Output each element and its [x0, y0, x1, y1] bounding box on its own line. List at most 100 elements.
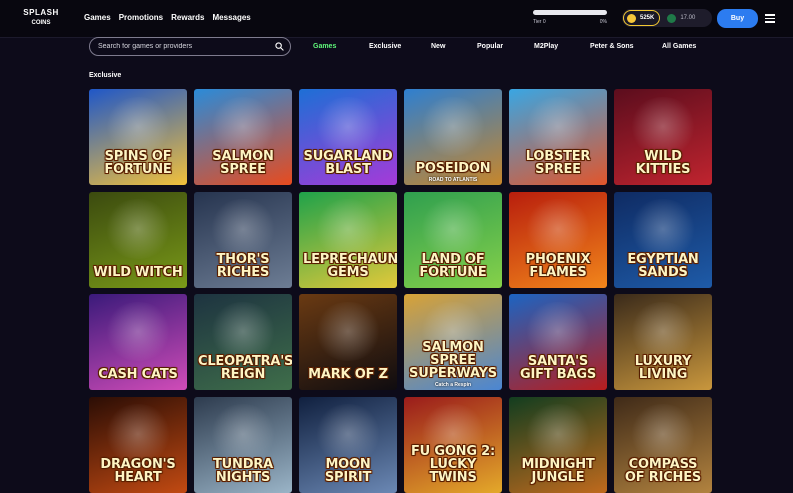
nav-rewards[interactable]: Rewards	[171, 13, 204, 22]
game-art	[208, 301, 278, 362]
game-tile[interactable]: Phoenix Flames	[509, 191, 607, 288]
game-tile[interactable]: Wild Witch	[89, 191, 187, 288]
nav-games[interactable]: Games	[84, 13, 111, 22]
game-title: Poseidon	[415, 161, 491, 176]
game-title: Santa's Gift Bags	[520, 354, 596, 382]
game-art	[523, 404, 593, 464]
tab-peter-and-sons[interactable]: Peter & Sons	[590, 43, 634, 50]
nav-promotions[interactable]: Promotions	[119, 13, 163, 22]
game-tile[interactable]: Santa's Gift Bags	[509, 294, 607, 390]
game-tile[interactable]: Thor's Riches	[194, 191, 292, 288]
game-tile[interactable]: Sugarland Blast	[299, 89, 397, 185]
game-art	[628, 301, 698, 362]
game-tile[interactable]: Spins of Fortune	[89, 89, 187, 185]
game-title: Egyptian Sands	[627, 251, 699, 280]
tab-popular[interactable]: Popular	[477, 43, 503, 50]
hamburger-menu-icon[interactable]	[765, 14, 775, 23]
game-title: Thor's Riches	[216, 251, 270, 280]
buy-button[interactable]: Buy	[717, 9, 758, 28]
tab-all-games[interactable]: All Games	[662, 43, 696, 50]
game-art	[628, 96, 698, 157]
game-art	[103, 301, 173, 362]
game-art	[313, 199, 383, 259]
game-tile[interactable]: Tundra Nights	[194, 396, 292, 493]
game-art	[208, 199, 278, 259]
game-title: Wild Kitties	[635, 149, 691, 177]
game-art	[103, 404, 173, 464]
game-art	[208, 96, 278, 157]
sweep-coin-value: 17.00	[680, 15, 696, 21]
game-title: Moon Spirit	[324, 456, 372, 485]
game-title: Lobster Spree	[525, 149, 591, 177]
game-title: Compass of Riches	[624, 456, 702, 485]
tab-games[interactable]: Games	[313, 43, 336, 50]
section-title-exclusive: Exclusive	[89, 72, 122, 79]
tier-progress: Tier 0 0%	[533, 10, 607, 25]
sweep-coin-balance[interactable]: 17.00	[667, 13, 696, 23]
game-art	[313, 96, 383, 157]
game-tile[interactable]: Cleopatra's Reign	[194, 294, 292, 390]
game-title: Midnight Jungle	[521, 456, 595, 485]
tier-label: Tier 0	[533, 19, 546, 25]
logo-text-line1: SPLASH	[23, 8, 59, 17]
gold-coin-value: 525K	[640, 15, 655, 21]
game-title: Cash Cats	[98, 367, 178, 382]
game-tile[interactable]: Compass of Riches	[614, 396, 712, 493]
game-title: Leprechaun's Gems	[303, 251, 397, 280]
splash-coins-logo[interactable]: SPLASH COINS	[22, 8, 60, 30]
game-tile[interactable]: Egyptian Sands	[614, 191, 712, 288]
coin-balance-toggle[interactable]: 525K 17.00	[622, 9, 712, 27]
game-art	[628, 404, 698, 464]
game-title: Spins of Fortune	[104, 149, 172, 177]
game-art	[523, 199, 593, 259]
game-tile[interactable]: Dragon's Heart	[89, 396, 187, 493]
tab-new[interactable]: New	[431, 43, 445, 50]
game-title: Phoenix Flames	[525, 251, 591, 280]
game-art	[523, 301, 593, 362]
game-tile[interactable]: Salmon Spree Superways Catch a Respin	[404, 294, 502, 390]
game-tile[interactable]: Land of Fortune	[404, 191, 502, 288]
game-title: Mark of Z	[308, 367, 388, 382]
game-tile[interactable]: Midnight Jungle	[509, 396, 607, 493]
game-art	[418, 96, 488, 157]
game-tile[interactable]: Wild Kitties	[614, 89, 712, 185]
game-title: Salmon Spree	[212, 149, 274, 177]
game-title: Salmon Spree Superways	[409, 340, 497, 381]
game-tile[interactable]: Cash Cats	[89, 294, 187, 390]
search-icon[interactable]	[275, 42, 284, 51]
game-art	[103, 96, 173, 157]
game-art	[523, 96, 593, 157]
search-bar	[89, 37, 291, 56]
game-art	[313, 301, 383, 362]
game-title: Tundra Nights	[213, 456, 273, 485]
game-title: Sugarland Blast	[303, 149, 393, 177]
game-tile[interactable]: Moon Spirit	[299, 396, 397, 493]
nav-messages[interactable]: Messages	[213, 13, 251, 22]
logo-text-line2: COINS	[31, 20, 51, 26]
game-tile[interactable]: Leprechaun's Gems	[299, 191, 397, 288]
game-art	[313, 404, 383, 464]
gold-coin-icon	[627, 13, 636, 23]
game-title: Wild Witch	[93, 264, 183, 280]
game-title: Cleopatra's Reign	[198, 354, 292, 382]
tier-progress-bar	[533, 10, 607, 15]
game-tile[interactable]: Luxury Living	[614, 294, 712, 390]
game-tile[interactable]: Lobster Spree	[509, 89, 607, 185]
game-subtitle: Catch a Respin	[434, 382, 472, 388]
game-art	[418, 199, 488, 259]
game-subtitle: ROAD TO ATLANTIS	[428, 177, 478, 183]
top-nav-bar: SPLASH COINS Games Promotions Rewards Me…	[0, 0, 793, 38]
game-tile[interactable]: Mark of Z	[299, 294, 397, 390]
tab-exclusive[interactable]: Exclusive	[369, 43, 401, 50]
game-title: Dragon's Heart	[100, 456, 176, 485]
main-nav: Games Promotions Rewards Messages	[84, 13, 251, 22]
game-tile[interactable]: Fu Gong 2: Lucky Twins	[404, 396, 502, 493]
search-input[interactable]	[96, 42, 270, 51]
game-tile[interactable]: Poseidon ROAD TO ATLANTIS	[404, 89, 502, 185]
sweep-coin-icon	[667, 13, 677, 23]
tab-m2play[interactable]: M2Play	[534, 43, 558, 50]
game-title: Luxury Living	[634, 354, 692, 382]
gold-coin-balance[interactable]: 525K	[623, 10, 661, 26]
game-tile[interactable]: Salmon Spree	[194, 89, 292, 185]
game-title: Land of Fortune	[419, 251, 487, 280]
